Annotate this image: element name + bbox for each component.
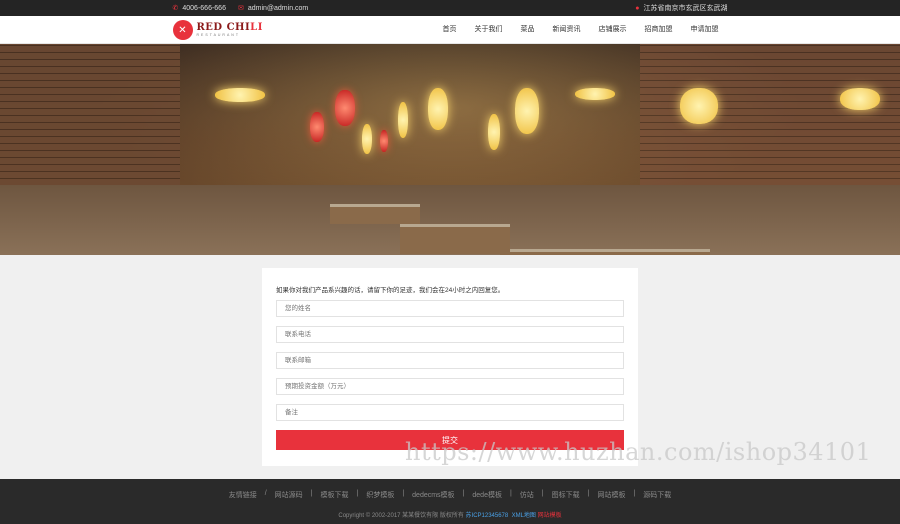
phone-contact: ✆ 4006-666-666 (172, 4, 226, 13)
submit-button[interactable]: 提交 (276, 430, 624, 450)
footer-link[interactable]: dedecms模板 (408, 490, 458, 500)
top-bar: ✆ 4006-666-666 ✉ admin@admin.com ● 江苏省南京… (0, 0, 900, 16)
footer-link[interactable]: 织梦模板 (362, 490, 398, 500)
footer-link[interactable]: 网站模板 (593, 490, 629, 500)
footer-separator: | (509, 490, 512, 497)
footer-link[interactable]: dede模板 (468, 490, 506, 500)
copyright-line: Copyright © 2002-2017 某某餐饮有限 版权所有 苏ICP12… (0, 510, 900, 519)
remarks-field[interactable] (276, 404, 624, 421)
email-address[interactable]: admin@admin.com (248, 5, 308, 12)
footer-separator: / (264, 490, 267, 497)
footer-link[interactable]: 网站源码 (271, 490, 307, 500)
template-link[interactable]: 网站模板 (538, 513, 562, 519)
footer-separator: | (462, 490, 465, 497)
logo-name: RED CHILI (196, 21, 263, 33)
footer-link[interactable]: 源码下载 (639, 490, 675, 500)
chili-logo-icon: ✕ (172, 20, 193, 40)
icp-link[interactable]: 苏ICP12345678 (466, 513, 509, 519)
email-contact[interactable]: ✉ admin@admin.com (237, 4, 308, 13)
footer-separator: | (402, 490, 405, 497)
footer-links: 友情链接 / 网站源码 | 模板下载 | 织梦模板 | dedecms模板 | … (0, 490, 900, 500)
email-field[interactable] (276, 352, 624, 369)
nav-news[interactable]: 新闻资讯 (544, 16, 590, 44)
main-nav: 首页 关于我们 菜品 新闻资讯 店铺展示 招商加盟 申请加盟 (434, 16, 728, 44)
address-contact: ● 江苏省南京市玄武区玄武湖 (635, 3, 727, 13)
footer-separator: | (356, 490, 359, 497)
nav-home[interactable]: 首页 (434, 16, 466, 44)
address-text: 江苏省南京市玄武区玄武湖 (643, 5, 728, 12)
footer-separator: | (541, 490, 544, 497)
site-footer: 友情链接 / 网站源码 | 模板下载 | 织梦模板 | dedecms模板 | … (0, 479, 900, 524)
location-pin-icon: ● (635, 4, 640, 12)
nav-apply[interactable]: 申请加盟 (682, 16, 728, 44)
copyright-text: Copyright © 2002-2017 某某餐饮有限 版权所有 (338, 513, 464, 519)
phone-field[interactable] (276, 326, 624, 343)
footer-link[interactable]: 仿站 (516, 490, 538, 500)
investment-field[interactable] (276, 378, 624, 395)
footer-separator: | (633, 490, 636, 497)
nav-about[interactable]: 关于我们 (466, 16, 512, 44)
name-field[interactable] (276, 300, 624, 317)
phone-icon: ✆ (172, 5, 179, 12)
footer-separator: | (587, 490, 590, 497)
site-logo[interactable]: ✕ RED CHILI RESTAURANT (172, 20, 263, 40)
site-header: ✕ RED CHILI RESTAURANT 首页 关于我们 菜品 新闻资讯 店… (0, 16, 900, 44)
form-intro-text: 如果你对我们产品系兴趣的话，请留下你的足迹，我们会在24小时之内回复您。 (276, 287, 505, 294)
footer-link: 友情链接 (228, 492, 257, 499)
logo-subtitle: RESTAURANT (196, 32, 240, 37)
nav-stores[interactable]: 店铺展示 (590, 16, 636, 44)
inquiry-form: 如果你对我们产品系兴趣的话，请留下你的足迹，我们会在24小时之内回复您。 提交 (262, 268, 638, 466)
footer-link[interactable]: 图标下载 (548, 490, 584, 500)
sitemap-link[interactable]: XML地图 (512, 513, 536, 519)
phone-number: 4006-666-666 (182, 4, 226, 12)
footer-link[interactable]: 模板下载 (317, 490, 353, 500)
footer-separator: | (310, 490, 313, 497)
nav-dishes[interactable]: 菜品 (512, 16, 544, 44)
nav-franchise[interactable]: 招商加盟 (636, 16, 682, 44)
hero-banner-image (0, 44, 900, 255)
mail-icon: ✉ (237, 5, 244, 12)
